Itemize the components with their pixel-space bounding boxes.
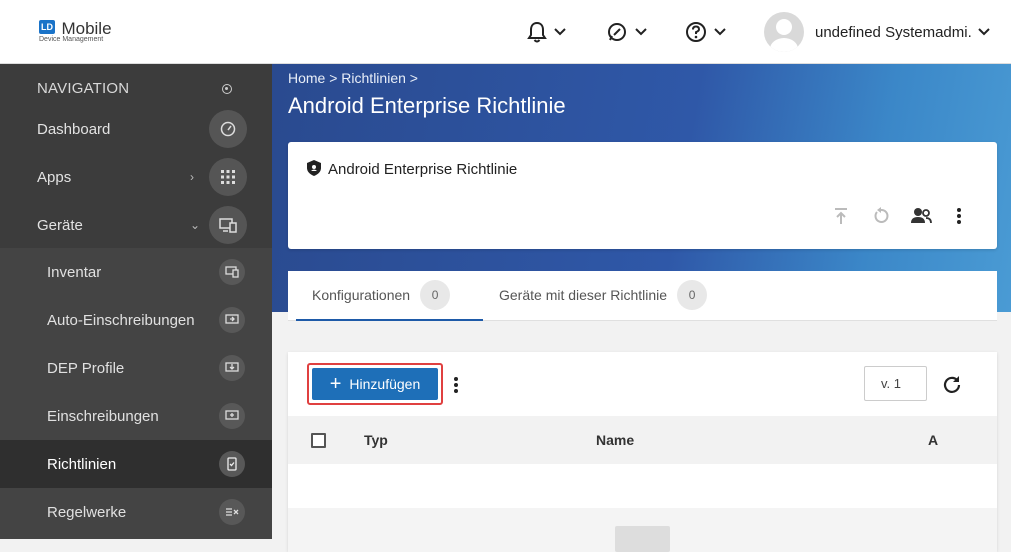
dep-profile-icon [219,355,245,381]
more-vert-icon[interactable] [956,205,962,227]
add-button-highlight: + Hinzufügen [307,363,443,405]
policy-card: Android Enterprise Richtlinie [288,142,997,249]
logo-name: Mobile [61,19,112,38]
chevron-down-icon [978,28,990,36]
top-bar: LD Mobile Device Management undefined Sy… [0,0,1011,64]
sidebar-item-label: Apps [37,168,72,186]
tab-count-badge: 0 [677,280,708,310]
tab-configurations[interactable]: Konfigurationen 0 [296,271,484,321]
sidebar-item-label: Regelwerke [47,503,127,521]
inventory-icon [219,259,245,285]
select-all-checkbox[interactable] [311,433,326,448]
sidebar-item-inventory[interactable]: Inventar [0,248,272,296]
main-content: Home > Richtlinien > Android Enterprise … [272,64,1011,552]
logo-subtitle: Device Management [39,36,104,43]
app-logo[interactable]: LD Mobile Device Management [39,19,112,43]
rules-icon [219,499,245,525]
tab-label: Konfigurationen [312,287,411,303]
tab-label: Geräte mit dieser Richtlinie [499,287,668,303]
chevron-down-icon: ⌄ [190,218,201,232]
tab-bar: Konfigurationen 0 Geräte mit dieser Rich… [288,271,997,321]
policy-card-title: Android Enterprise Richtlinie [328,161,518,178]
help-icon [686,22,706,42]
table-header: Typ Name A [288,416,997,464]
enroll-add-icon [219,403,245,429]
add-button-label: Hinzufügen [349,376,421,392]
column-header-type[interactable]: Typ [364,432,388,448]
chevron-down-icon [635,28,647,36]
notifications-menu[interactable] [527,20,567,44]
sidebar: NAVIGATION Dashboard Apps › Geräte ⌄ Inv… [0,64,272,539]
tab-count-badge: 0 [420,280,451,310]
page-title: Android Enterprise Richtlinie [288,93,566,118]
sidebar-item-auto-enrollments[interactable]: Auto-Einschreibungen [0,296,272,344]
chevron-down-icon [554,28,566,36]
policy-device-icon [219,451,245,477]
user-name: undefined Systemadmi... [815,23,971,41]
sidebar-item-label: DEP Profile [47,359,125,377]
revert-icon[interactable] [872,205,890,227]
sidebar-item-label: Richtlinien [47,455,117,473]
publish-icon[interactable] [833,205,849,227]
pin-sidebar-icon[interactable] [222,84,232,94]
assign-users-icon[interactable] [910,205,932,227]
devices-submenu: Inventar Auto-Einschreibungen DEP Profil… [0,248,272,539]
sidebar-item-enrollments[interactable]: Einschreibungen [0,392,272,440]
table-row [288,464,997,508]
avatar [764,12,804,52]
sidebar-item-label: Dashboard [37,120,111,138]
messages-menu[interactable] [606,20,648,44]
chat-icon [608,23,626,41]
bell-icon [527,21,547,43]
sidebar-item-rulesets[interactable]: Regelwerke [0,488,272,536]
sidebar-item-devices[interactable]: Geräte ⌄ [0,201,272,249]
devices-icon [209,206,247,244]
speedometer-icon [209,110,247,148]
sidebar-item-apps[interactable]: Apps › [0,153,272,201]
plus-icon: + [329,373,342,395]
auto-enroll-icon [219,307,245,333]
sidebar-item-label: Auto-Einschreibungen [47,311,195,329]
help-menu[interactable] [685,20,727,44]
sidebar-item-label: Einschreibungen [47,407,159,425]
column-header-name[interactable]: Name [596,432,634,448]
chevron-down-icon [714,28,726,36]
shield-icon [307,160,321,176]
breadcrumb[interactable]: Home > Richtlinien > [288,70,418,86]
version-select[interactable]: v. 1 [864,366,927,401]
chevron-right-icon: › [190,170,194,184]
user-menu[interactable]: undefined Systemadmi... [764,12,991,52]
tab-devices-with-policy[interactable]: Geräte mit dieser Richtlinie 0 [499,271,708,319]
more-vert-icon[interactable] [453,375,459,395]
logo-badge: LD [39,20,55,34]
loading-placeholder [615,526,670,552]
nav-heading: NAVIGATION [37,80,130,97]
configurations-panel: + Hinzufügen v. 1 Typ Name A [288,352,997,552]
sidebar-item-label: Geräte [37,216,83,234]
column-header-a[interactable]: A [928,432,938,448]
grid-icon [209,158,247,196]
sidebar-item-label: Inventar [47,263,102,281]
sidebar-item-dashboard[interactable]: Dashboard [0,105,272,153]
refresh-icon[interactable] [942,374,962,394]
sidebar-item-policies[interactable]: Richtlinien [0,440,272,488]
sidebar-item-dep-profiles[interactable]: DEP Profile [0,344,272,392]
add-button[interactable]: + Hinzufügen [312,368,438,400]
